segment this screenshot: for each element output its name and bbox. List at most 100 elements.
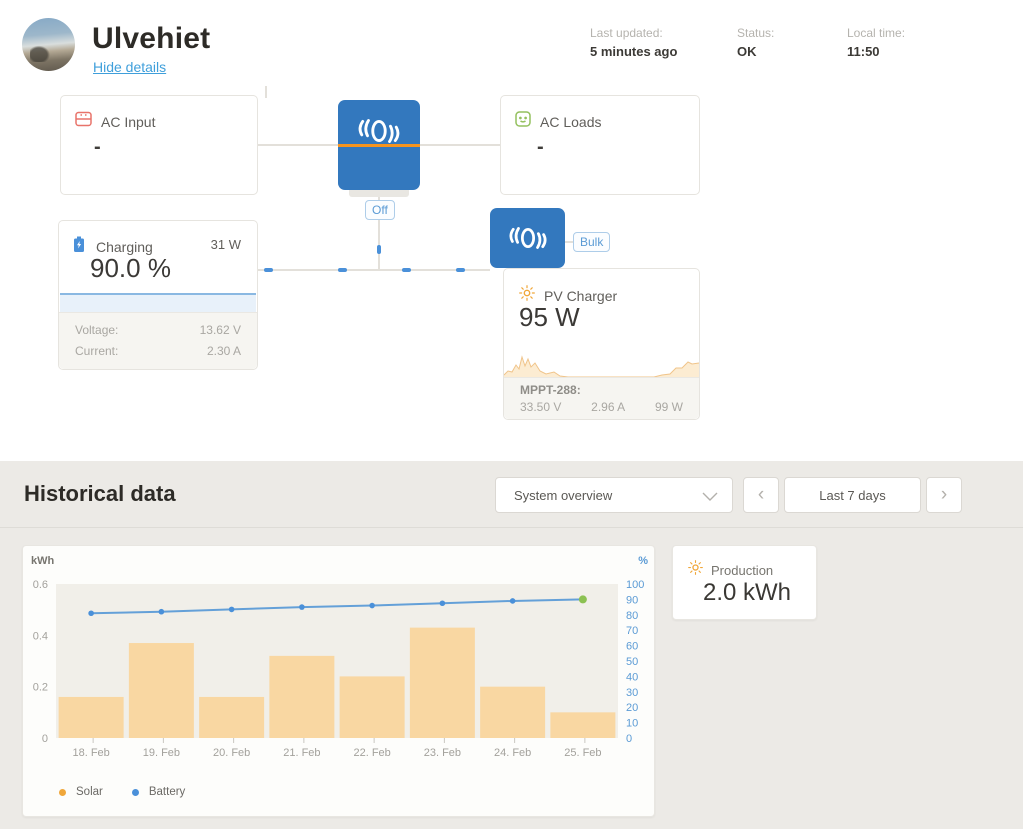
svg-text:19. Feb: 19. Feb xyxy=(143,747,180,759)
svg-text:0: 0 xyxy=(626,733,632,745)
solar-legend-dot xyxy=(59,789,66,796)
svg-text:90: 90 xyxy=(626,594,638,606)
site-avatar[interactable] xyxy=(22,18,75,71)
svg-text:80: 80 xyxy=(626,610,638,622)
svg-text:0: 0 xyxy=(42,733,48,745)
svg-text:20: 20 xyxy=(626,702,638,714)
report-type-value: System overview xyxy=(514,488,612,503)
date-range-label: Last 7 days xyxy=(819,488,886,503)
legend-item-solar[interactable]: Solar xyxy=(59,786,103,798)
svg-text:23. Feb: 23. Feb xyxy=(424,747,461,759)
battery-legend-label: Battery xyxy=(149,786,185,798)
svg-text:18. Feb: 18. Feb xyxy=(72,747,109,759)
dc-flow-dash xyxy=(338,268,347,272)
vrm-dashboard: Ulvehiet Hide details Last updated: 5 mi… xyxy=(0,0,1023,829)
svg-text:%: % xyxy=(638,555,648,567)
svg-text:24. Feb: 24. Feb xyxy=(494,747,531,759)
wire-top-stub xyxy=(265,86,267,98)
charger-state-badge: Bulk xyxy=(573,232,610,252)
date-range-button[interactable]: Last 7 days xyxy=(784,477,921,513)
battery-legend-dot xyxy=(132,789,139,796)
svg-text:0.6: 0.6 xyxy=(33,579,48,591)
battery-current-value: 2.30 A xyxy=(207,344,241,358)
wire-acinput-inverter xyxy=(258,144,338,146)
socket-icon xyxy=(515,111,531,132)
pv-charger-card[interactable]: PV Charger 95 W MPPT-288: 33.50 V 2.96 A… xyxy=(503,268,700,420)
pv-voltage: 33.50 V xyxy=(520,400,561,414)
battery-power: 31 W xyxy=(211,237,241,252)
ac-loads-card[interactable]: AC Loads - xyxy=(500,95,700,195)
battery-sparkline xyxy=(60,293,256,314)
local-time-value: 11:50 xyxy=(847,44,987,59)
pv-device-name: MPPT-288: xyxy=(504,383,699,397)
sun-icon xyxy=(688,560,703,580)
svg-text:21. Feb: 21. Feb xyxy=(283,747,320,759)
last-updated-value: 5 minutes ago xyxy=(590,44,730,59)
battery-voltage-label: Voltage: xyxy=(75,323,118,337)
victron-logo-icon xyxy=(356,116,402,146)
battery-current-label: Current: xyxy=(75,344,118,358)
meta-last-updated: Last updated: 5 minutes ago xyxy=(590,26,730,59)
ac-input-label: AC Input xyxy=(101,114,155,130)
victron-logo-icon xyxy=(507,225,549,251)
wire-dc-bus xyxy=(255,269,490,271)
production-value: 2.0 kWh xyxy=(703,579,791,607)
battery-soc: 90.0 % xyxy=(90,253,171,284)
battery-card[interactable]: Charging 31 W 90.0 % Voltage: 13.62 V Cu… xyxy=(58,220,258,370)
svg-text:40: 40 xyxy=(626,671,638,683)
pv-power: 95 W xyxy=(519,302,580,333)
report-type-select[interactable]: System overview xyxy=(495,477,733,513)
svg-text:30: 30 xyxy=(626,687,638,699)
pv-details: MPPT-288: 33.50 V 2.96 A 99 W xyxy=(504,377,699,419)
solar-battery-chart[interactable]: kWh%0.60.40.20100908070605040302010018. … xyxy=(23,546,656,818)
chevron-down-icon xyxy=(702,492,718,501)
pv-sparkline xyxy=(504,340,699,379)
last-updated-label: Last updated: xyxy=(590,26,730,40)
historical-title: Historical data xyxy=(24,481,176,507)
svg-text:25. Feb: 25. Feb xyxy=(564,747,601,759)
wire-inverter-acloads xyxy=(420,144,500,146)
pv-charger-device[interactable] xyxy=(490,208,565,268)
chevron-left-icon: ‹ xyxy=(758,485,764,506)
svg-text:0.2: 0.2 xyxy=(33,682,48,694)
ac-loads-value: - xyxy=(537,136,544,159)
prev-period-button[interactable]: ‹ xyxy=(743,477,779,513)
chart-legend: Solar Battery xyxy=(59,786,185,798)
grid-icon xyxy=(75,111,92,132)
svg-text:100: 100 xyxy=(626,579,644,591)
pv-watts: 99 W xyxy=(655,400,683,414)
inverter-accent-stripe xyxy=(338,144,420,147)
legend-item-battery[interactable]: Battery xyxy=(132,786,185,798)
svg-text:20. Feb: 20. Feb xyxy=(213,747,250,759)
production-label: Production xyxy=(711,563,773,578)
dc-flow-dash xyxy=(402,268,411,272)
production-card: Production 2.0 kWh xyxy=(672,545,817,620)
battery-voltage-value: 13.62 V xyxy=(200,323,241,337)
svg-text:70: 70 xyxy=(626,625,638,637)
pv-current: 2.96 A xyxy=(591,400,625,414)
svg-text:kWh: kWh xyxy=(31,555,55,567)
battery-details: Voltage: 13.62 V Current: 2.30 A xyxy=(59,312,257,369)
svg-text:60: 60 xyxy=(626,641,638,653)
inverter-device[interactable] xyxy=(338,100,420,190)
dc-flow-dash xyxy=(456,268,465,272)
wire-bulk-connector xyxy=(565,241,573,243)
svg-text:50: 50 xyxy=(626,656,638,668)
ac-input-value: - xyxy=(94,136,101,159)
battery-icon xyxy=(73,236,85,258)
solar-legend-label: Solar xyxy=(76,786,103,798)
history-chart-card: kWh%0.60.40.20100908070605040302010018. … xyxy=(22,545,655,817)
site-title: Ulvehiet xyxy=(92,22,210,56)
meta-local-time: Local time: 11:50 xyxy=(847,26,987,59)
next-period-button[interactable]: › xyxy=(926,477,962,513)
dc-flow-dash xyxy=(377,245,381,254)
ac-input-card[interactable]: AC Input - xyxy=(60,95,258,195)
svg-text:22. Feb: 22. Feb xyxy=(353,747,390,759)
section-divider xyxy=(0,527,1023,528)
ac-loads-label: AC Loads xyxy=(540,114,601,130)
hide-details-link[interactable]: Hide details xyxy=(93,59,166,75)
inverter-state-badge: Off xyxy=(365,200,395,220)
svg-text:0.4: 0.4 xyxy=(33,630,48,642)
chevron-right-icon: › xyxy=(941,485,947,506)
dc-flow-dash xyxy=(264,268,273,272)
